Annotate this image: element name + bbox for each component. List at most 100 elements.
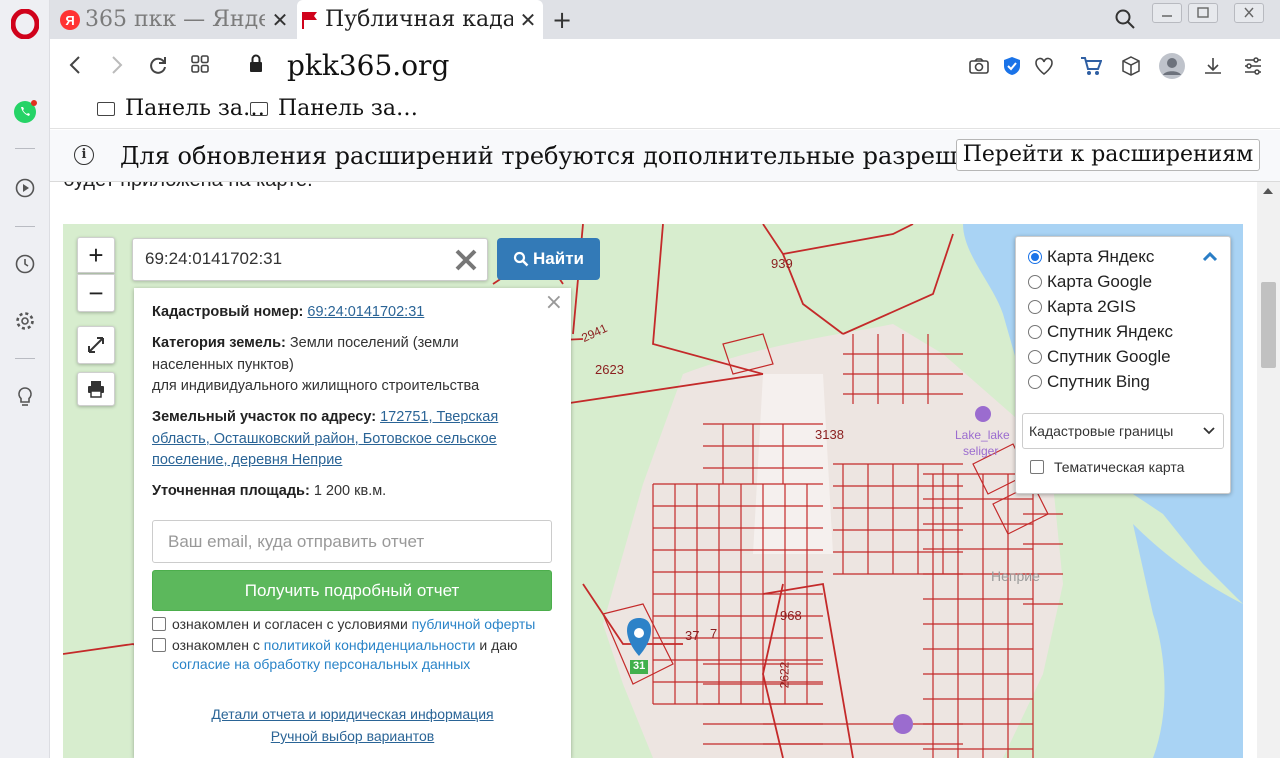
easy-setup-icon[interactable]: [1242, 55, 1264, 77]
thematic-map-checkbox[interactable]: [1030, 460, 1044, 474]
scroll-thumb[interactable]: [1261, 282, 1276, 368]
go-to-extensions-button[interactable]: Перейти к расширениям: [956, 139, 1260, 171]
tab-search-icon[interactable]: [1114, 8, 1136, 30]
player-icon[interactable]: [13, 176, 37, 200]
new-tab-icon[interactable]: +: [552, 6, 572, 34]
find-button[interactable]: Найти: [497, 238, 600, 280]
land-category-row: Категория земель: Земли поселений (земли…: [152, 333, 512, 376]
tab-yandex[interactable]: Я 365 пкк — Яндекс ✕: [57, 0, 295, 39]
url-field[interactable]: pkk365.org: [287, 49, 449, 82]
search-icon: [513, 251, 529, 267]
email-input[interactable]: Ваш email, куда отправить отчет: [152, 520, 552, 563]
back-icon[interactable]: [68, 55, 82, 75]
close-card-icon[interactable]: ×: [545, 292, 563, 314]
yandex-favicon-icon: Я: [60, 9, 80, 30]
layer-option-2gis-map[interactable]: Карта 2GIS: [1028, 297, 1136, 317]
extensions-notification-bar: i Для обновления расширений требуются до…: [50, 130, 1280, 182]
map-layers-panel: Карта Яндекс Карта Google Карта 2GIS Спу…: [1015, 236, 1231, 494]
address-label: Земельный участок по адресу:: [152, 409, 377, 425]
layer-label: Карта Яндекс: [1047, 247, 1155, 266]
area-row: Уточненная площадь: 1 200 кв.м.: [152, 481, 532, 503]
map-label-37: 37: [685, 628, 700, 643]
tab-pkk[interactable]: Публичная кадастровая карта ✕: [297, 0, 543, 39]
forward-icon[interactable]: [110, 55, 124, 75]
print-icon: [88, 381, 104, 398]
manual-selection-link[interactable]: Ручной выбор вариантов: [271, 728, 435, 744]
reload-icon[interactable]: [148, 55, 168, 75]
minimize-icon[interactable]: [1152, 3, 1182, 23]
public-offer-link[interactable]: публичной оферты: [412, 616, 536, 632]
layer-option-google-map[interactable]: Карта Google: [1028, 272, 1152, 292]
personal-data-consent-link[interactable]: согласие на обработку персональных данны…: [172, 656, 470, 672]
land-use-value: для индивидуального жилищного строительс…: [152, 378, 480, 394]
tab-close-icon[interactable]: ✕: [265, 8, 295, 32]
maximize-icon[interactable]: [1188, 3, 1218, 23]
cadastral-search-input[interactable]: [145, 249, 435, 269]
parcel-info-card: × Кадастровый номер: 69:24:0141702:31 Ка…: [134, 288, 571, 758]
report-details-link[interactable]: Детали отчета и юридическая информация: [211, 706, 493, 722]
browser-window: Я 365 пкк — Яндекс ✕ Публичная кадастров…: [0, 0, 1280, 758]
layer-radio[interactable]: [1028, 375, 1042, 389]
svg-text:Я: Я: [65, 13, 74, 28]
offer-agree-text: ознакомлен и согласен с условиями: [172, 616, 412, 632]
clear-search-icon[interactable]: [453, 247, 479, 273]
lightbulb-icon[interactable]: [13, 385, 37, 409]
layer-radio[interactable]: [1028, 325, 1042, 339]
bookmark-label: Панель за…: [125, 96, 266, 121]
print-button[interactable]: [77, 372, 115, 406]
page-scrollbar[interactable]: [1257, 182, 1280, 758]
offer-agree-checkbox[interactable]: [152, 617, 166, 631]
speed-dial-icon[interactable]: [191, 55, 209, 73]
bookmark-folder-1[interactable]: Панель за…: [97, 96, 265, 121]
layer-option-bing-satellite[interactable]: Спутник Bing: [1028, 372, 1150, 392]
find-button-label: Найти: [533, 249, 584, 268]
page-content: будет приложена на карте.: [50, 182, 1257, 758]
opera-logo-icon[interactable]: [11, 9, 39, 39]
layer-radio[interactable]: [1028, 250, 1042, 264]
land-category-label: Категория земель:: [152, 335, 286, 351]
window-close-icon[interactable]: [1234, 3, 1264, 23]
map-label-31: 31: [633, 660, 646, 672]
whatsapp-icon[interactable]: [13, 100, 37, 124]
tab-close-icon[interactable]: ✕: [513, 8, 543, 32]
get-report-button[interactable]: Получить подробный отчет: [152, 570, 552, 611]
cadastral-map[interactable]: 939 2941 2623 3138 968 2622 37 7 31 Непр…: [63, 224, 1243, 758]
zoom-in-button[interactable]: +: [77, 237, 115, 273]
overlay-select[interactable]: Кадастровые границы: [1022, 413, 1224, 449]
layer-radio[interactable]: [1028, 300, 1042, 314]
zoom-out-button[interactable]: −: [77, 274, 115, 312]
layer-option-yandex-map[interactable]: Карта Яндекс: [1028, 247, 1154, 267]
layer-radio[interactable]: [1028, 275, 1042, 289]
fullscreen-button[interactable]: [77, 326, 115, 364]
thematic-map-option[interactable]: Тематическая карта: [1030, 459, 1184, 475]
heart-icon[interactable]: [1033, 55, 1055, 77]
scroll-up-icon[interactable]: [1263, 188, 1273, 194]
privacy-agree-text: ознакомлен с: [172, 637, 264, 653]
avatar-icon[interactable]: [1158, 52, 1186, 80]
notification-message: Для обновления расширений требуются допо…: [120, 142, 1051, 170]
layer-option-google-satellite[interactable]: Спутник Google: [1028, 347, 1171, 367]
layer-radio[interactable]: [1028, 350, 1042, 364]
folder-icon: [250, 101, 268, 116]
lock-icon[interactable]: [249, 54, 263, 74]
map-label-3138: 3138: [815, 427, 844, 442]
download-icon[interactable]: [1202, 55, 1224, 77]
info-icon: i: [74, 145, 94, 165]
collapse-panel-icon[interactable]: [1202, 250, 1218, 262]
camera-icon[interactable]: [968, 55, 990, 77]
cad-number-link[interactable]: 69:24:0141702:31: [307, 304, 424, 320]
history-icon[interactable]: [13, 252, 37, 276]
tab-bar: Я 365 пкк — Яндекс ✕ Публичная кадастров…: [50, 0, 1280, 39]
privacy-agree-checkbox[interactable]: [152, 638, 166, 652]
bookmark-folder-2[interactable]: Панель за…: [250, 96, 418, 121]
privacy-policy-link[interactable]: политикой конфиденциальности: [264, 637, 476, 653]
vpn-shield-icon[interactable]: [1001, 55, 1023, 77]
settings-gear-icon[interactable]: [13, 309, 37, 333]
chevron-down-icon: [1203, 427, 1215, 435]
map-label-2623: 2623: [595, 362, 624, 377]
layer-option-yandex-satellite[interactable]: Спутник Яндекс: [1028, 322, 1173, 342]
cube-icon[interactable]: [1120, 55, 1142, 77]
tab-label: Публичная кадастровая карта: [325, 7, 513, 32]
cart-icon[interactable]: [1080, 55, 1102, 77]
cadastral-search-box: [132, 238, 488, 281]
